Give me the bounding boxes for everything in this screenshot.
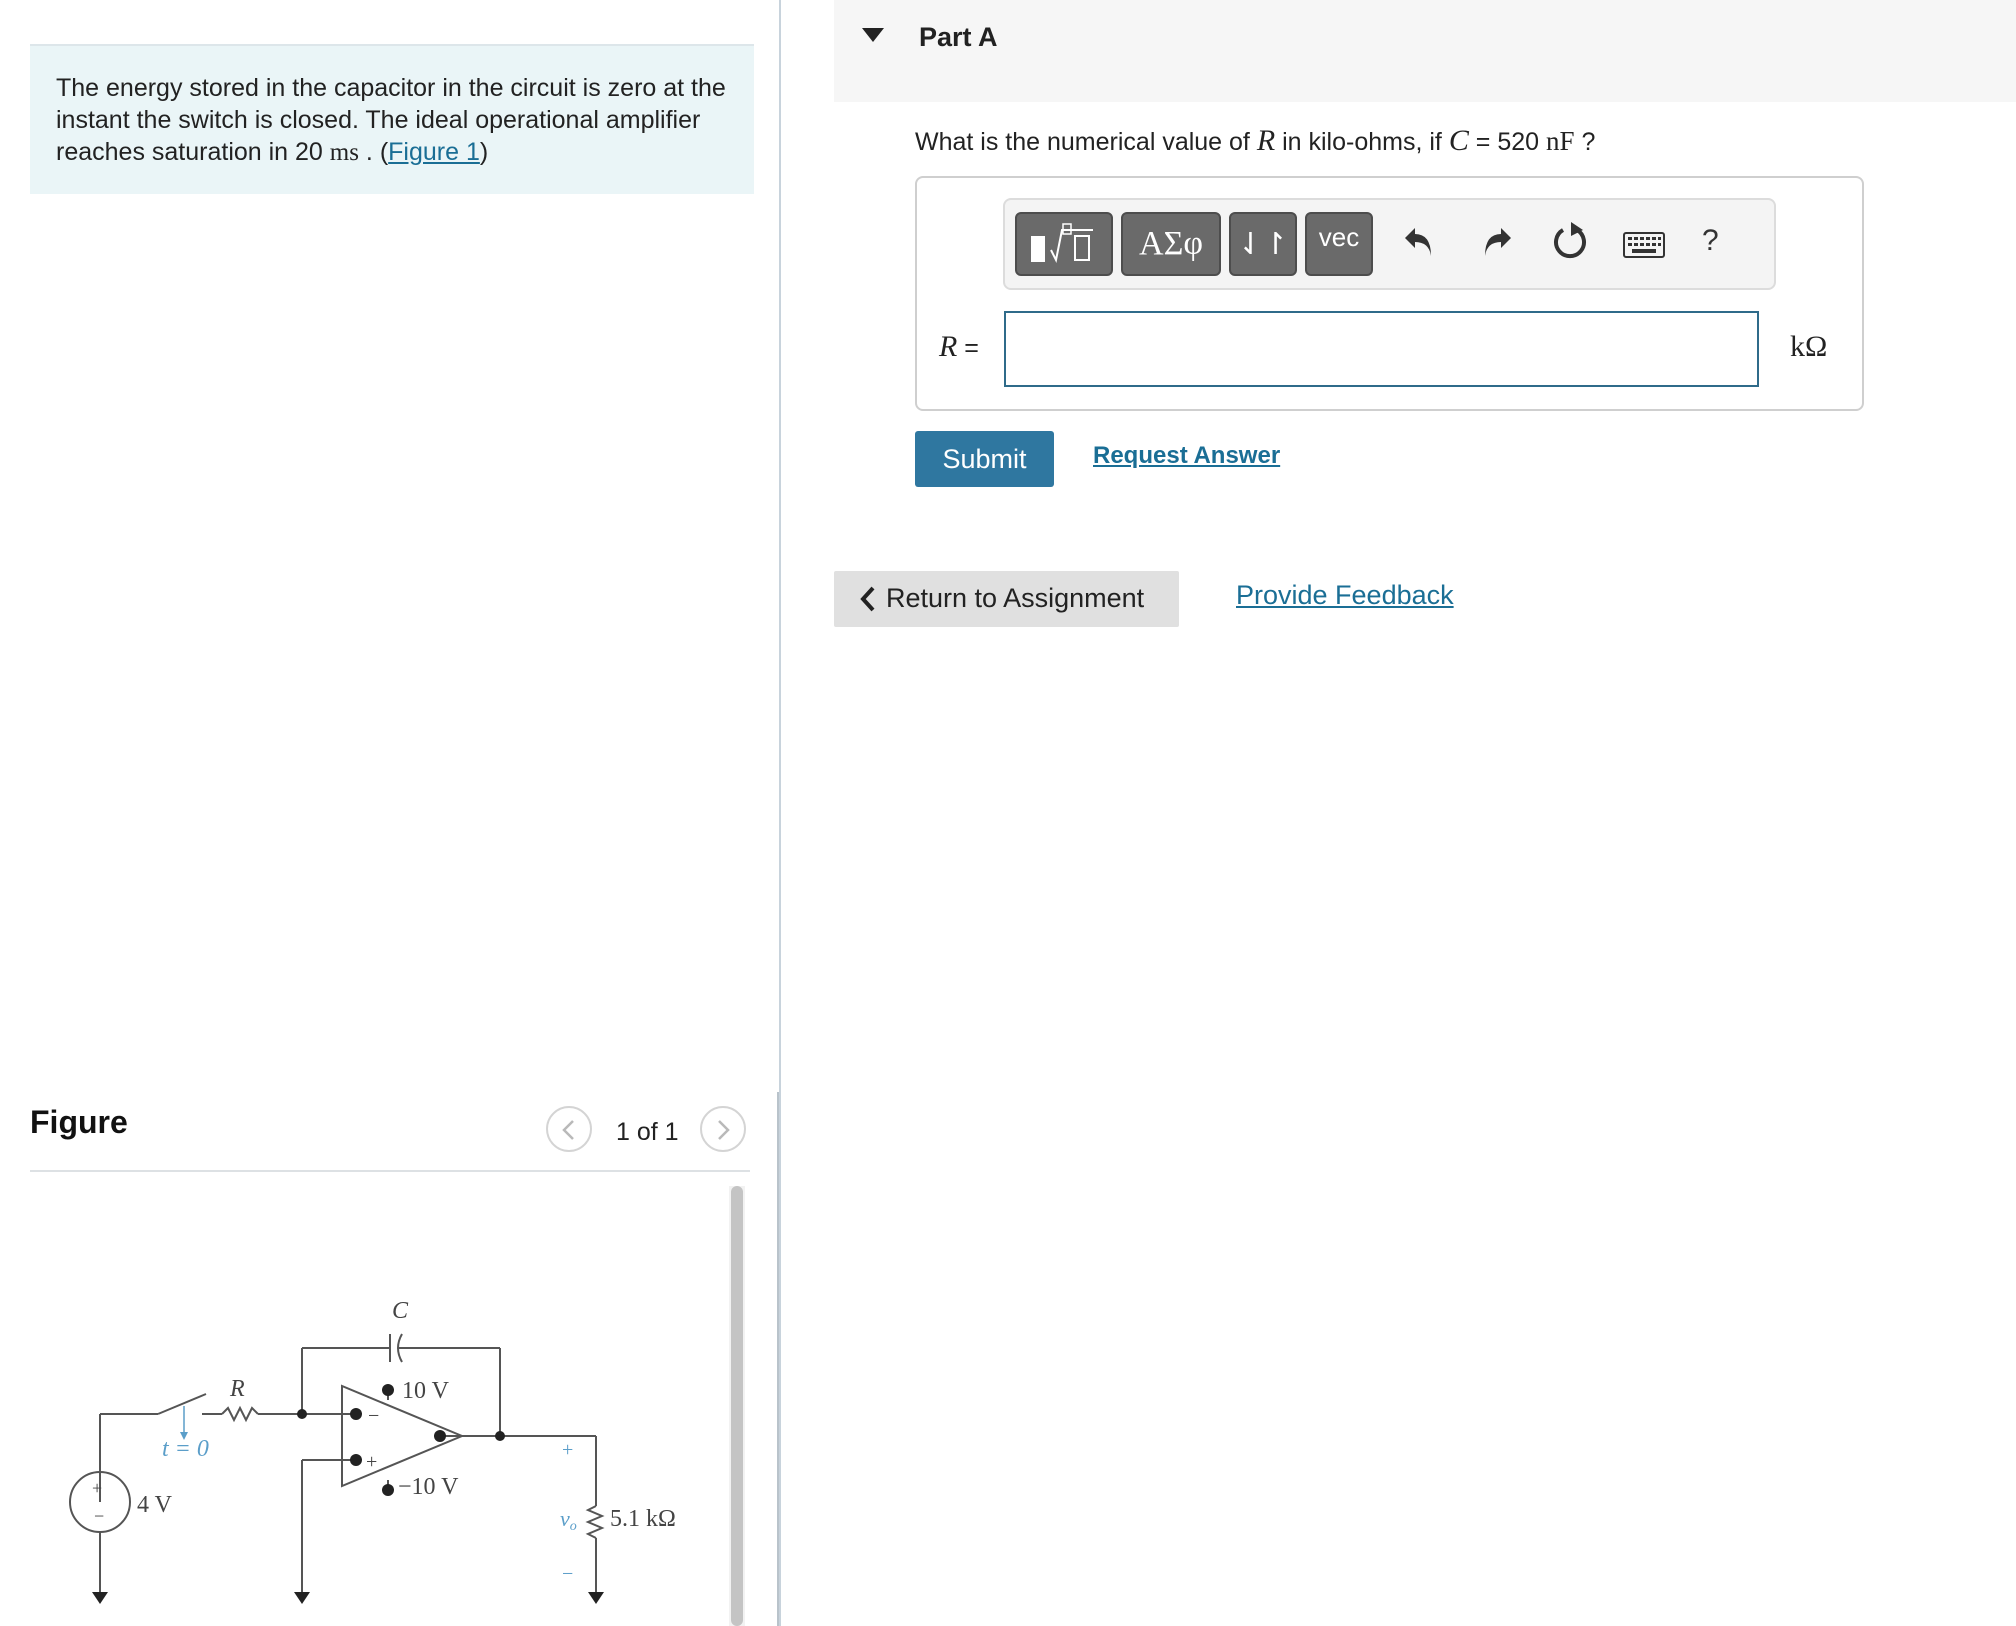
resistor-label: R — [229, 1376, 245, 1402]
output-voltage-label: v — [560, 1506, 570, 1531]
problem-pane: The energy stored in the capacitor in th… — [0, 0, 780, 1626]
problem-text-after-unit: . ( — [358, 138, 389, 166]
question-middle: in kilo-ohms, if — [1275, 128, 1449, 156]
answer-equals: = — [957, 334, 979, 362]
undo-icon[interactable] — [1401, 222, 1439, 262]
caret-down-icon[interactable] — [862, 28, 884, 44]
templates-icon — [1031, 223, 1093, 264]
negative-supply-label: −10 V — [398, 1474, 459, 1500]
question-unit: nF — [1546, 126, 1575, 156]
return-label: Return to Assignment — [886, 583, 1145, 613]
figure-link[interactable]: Figure 1 — [388, 138, 480, 166]
source-plus-label: + — [92, 1478, 102, 1498]
source-minus-label: − — [94, 1506, 104, 1526]
submit-button[interactable]: Submit — [915, 431, 1054, 487]
return-to-assignment-button[interactable]: Return to Assignment — [834, 571, 1179, 627]
figure-next-button[interactable] — [700, 1106, 746, 1152]
greek-symbols-button[interactable]: ΑΣφ — [1121, 212, 1221, 276]
answer-card: ΑΣφ ⇃↾ vec ? R = kΩ — [915, 176, 1864, 411]
answer-variable: R — [939, 330, 958, 363]
pane-divider[interactable] — [779, 0, 781, 1626]
answer-input[interactable] — [1004, 311, 1759, 387]
source-label: 4 V — [137, 1492, 173, 1518]
chevron-left-icon — [860, 586, 875, 612]
figure-prev-button[interactable] — [546, 1106, 592, 1152]
answer-variable-label: R = — [939, 330, 979, 364]
figure-counter: 1 of 1 — [616, 1118, 679, 1146]
figure-scroll-thumb[interactable] — [731, 1186, 743, 1626]
question-suffix: ? — [1574, 128, 1596, 156]
redo-icon[interactable] — [1477, 222, 1515, 262]
question-equals: = 520 — [1468, 128, 1546, 156]
pane-divider-handle[interactable] — [777, 1092, 779, 1626]
capacitor-label: C — [392, 1298, 409, 1324]
load-resistor-label: 5.1 kΩ — [610, 1506, 676, 1532]
vector-button[interactable]: vec — [1305, 212, 1373, 276]
part-title: Part A — [919, 22, 998, 52]
question-variable-c: C — [1448, 124, 1469, 157]
part-a-header[interactable]: Part A — [834, 0, 2016, 102]
chevron-right-icon — [718, 1120, 730, 1140]
output-voltage-subscript: o — [570, 1519, 577, 1534]
arrows-button[interactable]: ⇃↾ — [1229, 212, 1297, 276]
output-plus-label: + — [562, 1439, 573, 1461]
output-minus-label: − — [562, 1563, 573, 1585]
question-text: What is the numerical value of R in kilo… — [915, 124, 1595, 158]
switch-label: t = 0 — [162, 1436, 209, 1462]
close-paren: ) — [479, 138, 489, 166]
figure-title: Figure — [30, 1104, 128, 1140]
inverting-input-label: − — [368, 1405, 379, 1427]
positive-supply-label: 10 V — [402, 1378, 450, 1404]
svg-text:vo: vo — [560, 1506, 577, 1534]
figure-scrollbar[interactable] — [729, 1186, 745, 1626]
templates-button[interactable] — [1015, 212, 1113, 276]
request-answer-link[interactable]: Request Answer — [1093, 442, 1280, 470]
time-unit: ms — [329, 139, 359, 166]
figure-divider — [30, 1170, 750, 1172]
help-button[interactable]: ? — [1702, 224, 1719, 258]
noninverting-input-label: + — [366, 1451, 377, 1473]
keyboard-icon[interactable] — [1623, 232, 1665, 258]
math-toolbar: ΑΣφ ⇃↾ vec ? — [1003, 198, 1776, 290]
provide-feedback-link[interactable]: Provide Feedback — [1236, 580, 1454, 611]
question-prefix: What is the numerical value of — [915, 128, 1257, 156]
answer-unit: kΩ — [1790, 330, 1828, 363]
reset-icon[interactable] — [1551, 220, 1591, 262]
problem-statement: The energy stored in the capacitor in th… — [30, 44, 754, 194]
question-variable-r: R — [1256, 124, 1276, 157]
chevron-left-icon — [562, 1120, 574, 1140]
circuit-diagram: C R t = 0 4 V + − 10 V −10 V − + + − vo … — [69, 1298, 676, 1604]
